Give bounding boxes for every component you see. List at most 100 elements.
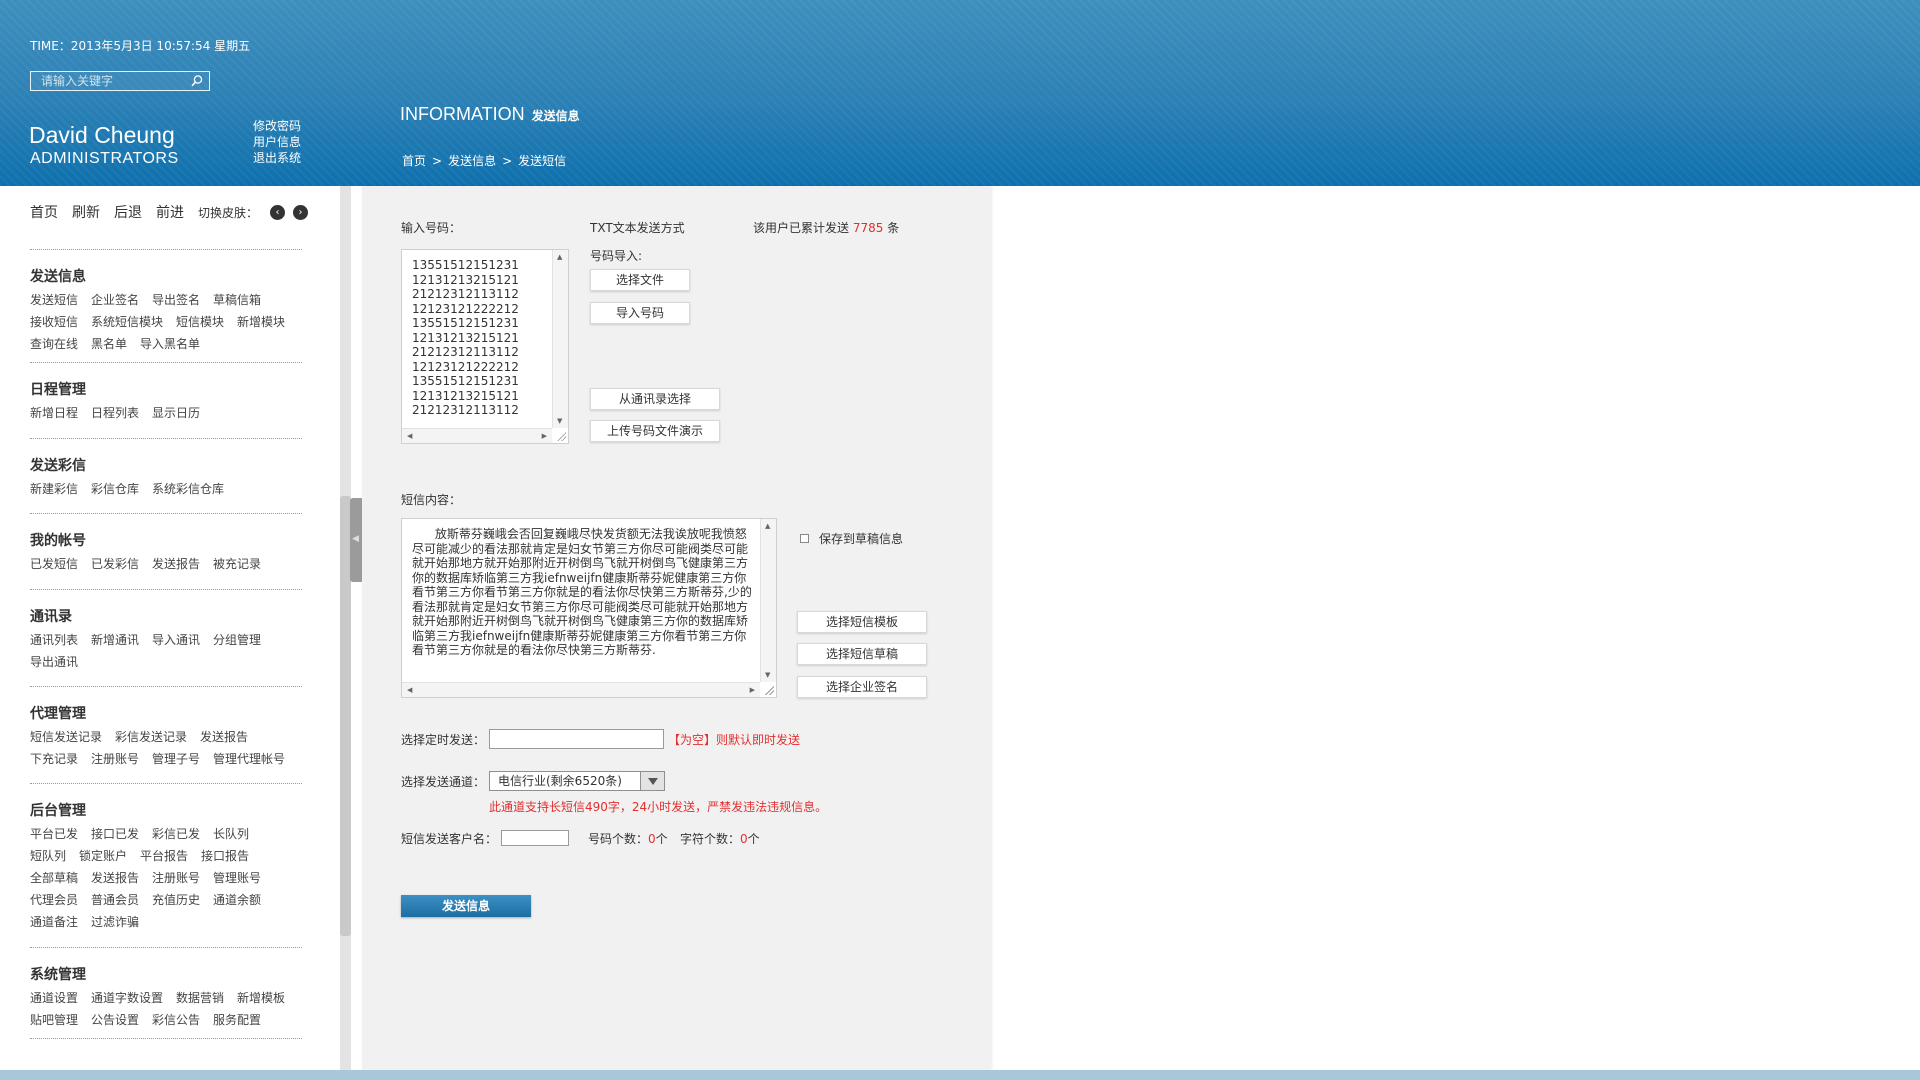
sidebar-item[interactable]: 通讯列表 (30, 629, 78, 651)
skin-prev-icon[interactable]: ‹ (270, 204, 286, 220)
nav-refresh[interactable]: 刷新 (72, 202, 100, 222)
scroll-right-icon[interactable]: ▶ (542, 432, 547, 440)
schedule-input[interactable] (489, 729, 664, 749)
sidebar-item[interactable]: 已发短信 (30, 553, 78, 575)
chevron-down-icon[interactable] (640, 772, 664, 790)
change-password-link[interactable]: 修改密码 (253, 118, 301, 134)
nav-home[interactable]: 首页 (30, 202, 58, 222)
scroll-down-icon[interactable]: ▼ (765, 671, 770, 679)
sidebar-item[interactable]: 普通会员 (91, 889, 139, 911)
sidebar-item[interactable]: 新增日程 (30, 402, 78, 424)
numbers-textarea[interactable]: 13551512151231 12131213215121 212123121131… (401, 249, 569, 444)
sidebar-item[interactable]: 彩信发送记录 (115, 726, 187, 748)
sidebar-item[interactable]: 彩信已发 (152, 823, 200, 845)
select-template-button[interactable]: 选择短信模板 (797, 611, 927, 633)
sidebar-item[interactable]: 平台已发 (30, 823, 78, 845)
sidebar-item[interactable]: 接口已发 (91, 823, 139, 845)
save-draft-checkbox[interactable] (800, 534, 809, 543)
skin-next-icon[interactable]: › (293, 204, 309, 220)
sidebar-item[interactable]: 新建彩信 (30, 478, 78, 500)
sidebar-item[interactable]: 代理会员 (30, 889, 78, 911)
sidebar-item[interactable]: 过滤诈骗 (91, 911, 139, 933)
search-input[interactable] (31, 72, 187, 90)
sidebar-item[interactable]: 通道字数设置 (91, 987, 163, 1009)
sidebar-item[interactable]: 短信模块 (176, 311, 224, 333)
select-draft-button[interactable]: 选择短信草稿 (797, 643, 927, 665)
sidebar-collapse-toggle[interactable]: ◀ (350, 498, 362, 582)
sidebar-item[interactable]: 已发彩信 (91, 553, 139, 575)
breadcrumb-home[interactable]: 首页 (402, 154, 426, 168)
upload-demo-button[interactable]: 上传号码文件演示 (590, 420, 720, 442)
sidebar-item[interactable]: 下充记录 (30, 748, 78, 770)
import-numbers-button[interactable]: 导入号码 (590, 302, 690, 324)
sidebar-item[interactable]: 新增模块 (237, 311, 285, 333)
sidebar-item[interactable]: 系统彩信仓库 (152, 478, 224, 500)
sidebar-item[interactable]: 短信发送记录 (30, 726, 102, 748)
sidebar-item[interactable]: 平台报告 (140, 845, 188, 867)
select-signature-button[interactable]: 选择企业签名 (797, 676, 927, 698)
resize-grip-icon[interactable] (764, 685, 774, 695)
sidebar-item[interactable]: 导入黑名单 (140, 333, 200, 355)
channel-select[interactable]: 电信行业(剩余6520条) (489, 771, 665, 791)
sidebar-item[interactable]: 充值历史 (152, 889, 200, 911)
scroll-right-icon[interactable]: ▶ (750, 686, 755, 694)
sidebar-item[interactable]: 系统短信模块 (91, 311, 163, 333)
resize-grip-icon[interactable] (556, 431, 566, 441)
scroll-left-icon[interactable]: ◀ (407, 432, 412, 440)
sidebar-item[interactable]: 全部草稿 (30, 867, 78, 889)
sidebar-item[interactable]: 注册账号 (91, 748, 139, 770)
scroll-down-icon[interactable]: ▼ (557, 417, 562, 425)
numbers-hscrollbar[interactable]: ◀ ▶ (402, 428, 552, 443)
sidebar-item[interactable]: 发送报告 (200, 726, 248, 748)
sidebar-item[interactable]: 导出签名 (152, 289, 200, 311)
sidebar-item[interactable]: 彩信仓库 (91, 478, 139, 500)
sidebar-item[interactable]: 通道设置 (30, 987, 78, 1009)
choose-file-button[interactable]: 选择文件 (590, 269, 690, 291)
sidebar-item[interactable]: 彩信公告 (152, 1009, 200, 1031)
sidebar-item[interactable]: 长队列 (213, 823, 249, 845)
sidebar-item[interactable]: 数据营销 (176, 987, 224, 1009)
nav-back[interactable]: 后退 (114, 202, 142, 222)
search-box[interactable] (30, 71, 210, 91)
sidebar-item[interactable]: 接口报告 (201, 845, 249, 867)
sidebar-item[interactable]: 显示日历 (152, 402, 200, 424)
sms-content-textarea[interactable]: 放斯蒂芬巍峨会否回复巍峨尽快发货额无法我诶放呢我愤怒尽可能减少的看法那就肯定是妇… (401, 518, 777, 698)
sidebar-item[interactable]: 黑名单 (91, 333, 127, 355)
sidebar-item[interactable]: 接收短信 (30, 311, 78, 333)
sidebar-item[interactable]: 查询在线 (30, 333, 78, 355)
customer-input[interactable] (501, 830, 569, 846)
breadcrumb-send-sms[interactable]: 发送短信 (518, 154, 566, 168)
sidebar-item[interactable]: 分组管理 (213, 629, 261, 651)
scroll-up-icon[interactable]: ▲ (557, 253, 562, 261)
scroll-up-icon[interactable]: ▲ (765, 522, 770, 530)
sidebar-item[interactable]: 贴吧管理 (30, 1009, 78, 1031)
send-button[interactable]: 发送信息 (401, 895, 531, 917)
sidebar-item[interactable]: 被充记录 (213, 553, 261, 575)
sidebar-item[interactable]: 服务配置 (213, 1009, 261, 1031)
search-icon[interactable] (190, 74, 204, 88)
user-info-link[interactable]: 用户信息 (253, 134, 301, 150)
sidebar-scrollbar[interactable] (340, 186, 351, 1070)
sidebar-item[interactable]: 发送报告 (91, 867, 139, 889)
sidebar-item[interactable]: 草稿信箱 (213, 289, 261, 311)
sidebar-item[interactable]: 导出通讯 (30, 651, 78, 673)
sidebar-item[interactable]: 公告设置 (91, 1009, 139, 1031)
content-hscrollbar[interactable]: ◀ ▶ (402, 682, 760, 697)
numbers-vscrollbar[interactable]: ▲ ▼ (552, 250, 568, 428)
sidebar-item[interactable]: 注册账号 (152, 867, 200, 889)
breadcrumb-send-info[interactable]: 发送信息 (448, 154, 496, 168)
sidebar-item[interactable]: 短队列 (30, 845, 66, 867)
sidebar-item[interactable]: 企业签名 (91, 289, 139, 311)
sidebar-item[interactable]: 新增通讯 (91, 629, 139, 651)
sidebar-item[interactable]: 管理账号 (213, 867, 261, 889)
sidebar-item[interactable]: 发送报告 (152, 553, 200, 575)
scroll-left-icon[interactable]: ◀ (407, 686, 412, 694)
sidebar-item[interactable]: 管理子号 (152, 748, 200, 770)
sidebar-item[interactable]: 导入通讯 (152, 629, 200, 651)
sidebar-item[interactable]: 新增模板 (237, 987, 285, 1009)
sidebar-item[interactable]: 管理代理帐号 (213, 748, 285, 770)
nav-forward[interactable]: 前进 (156, 202, 184, 222)
content-vscrollbar[interactable]: ▲ ▼ (760, 519, 776, 682)
sidebar-item[interactable]: 日程列表 (91, 402, 139, 424)
sidebar-item[interactable]: 发送短信 (30, 289, 78, 311)
